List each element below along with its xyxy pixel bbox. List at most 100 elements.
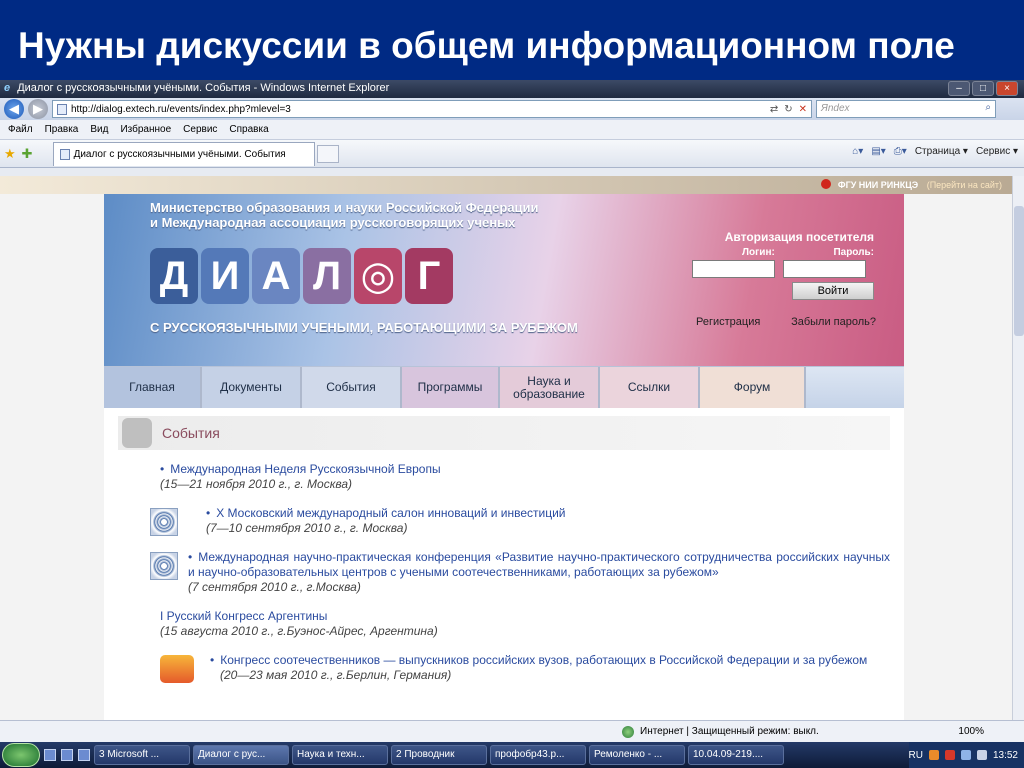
menu-help[interactable]: Справка — [229, 124, 268, 135]
logo-letter: Л — [303, 248, 351, 304]
nav-forum[interactable]: Форум — [700, 367, 806, 408]
list-item: I Русский Конгресс Аргентины (15 августа… — [160, 609, 438, 638]
system-tray: RU 13:52 — [908, 742, 1024, 768]
clock[interactable]: 13:52 — [993, 750, 1018, 761]
browser-window: e Диалог с русскоязычными учёными. Событ… — [0, 80, 1024, 742]
tab-active[interactable]: Диалог с русскоязычными учёными. События — [52, 141, 315, 166]
nav-home[interactable]: Главная — [104, 367, 202, 408]
search-placeholder: Яndex — [821, 103, 850, 114]
event-date: 7 сентября 2010 г., г.Москва — [192, 580, 357, 594]
tray-app-icon[interactable] — [928, 750, 939, 760]
search-icon[interactable]: ⌕ — [985, 102, 991, 113]
page-icon — [57, 103, 67, 115]
minimize-button[interactable]: – — [948, 81, 970, 96]
menu-bar: Файл Правка Вид Избранное Сервис Справка — [0, 120, 1024, 140]
event-link[interactable]: Международная Неделя Русскоязычной Европ… — [170, 462, 440, 476]
nav-programs[interactable]: Программы — [402, 367, 500, 408]
volume-icon[interactable] — [976, 750, 987, 760]
start-button[interactable] — [2, 743, 40, 767]
nav-links[interactable]: Ссылки — [600, 367, 700, 408]
bullet-icon: • — [206, 506, 211, 520]
logo-letter: ◎ — [354, 248, 402, 304]
menu-edit[interactable]: Правка — [45, 124, 79, 135]
ie-quicklaunch-icon[interactable] — [78, 749, 90, 761]
login-form: Авторизация посетителя Логин: Пароль: Во… — [692, 230, 874, 300]
ministry-text: Министерство образования и науки Российс… — [150, 200, 539, 230]
logo-letter: А — [252, 248, 300, 304]
favorites-star-icon[interactable]: ★ — [4, 146, 16, 162]
taskbar-item-active[interactable]: Диалог с рус... — [193, 745, 289, 765]
new-tab-button[interactable] — [316, 144, 339, 163]
menu-favorites[interactable]: Избранное — [120, 124, 171, 135]
taskbar-item[interactable]: профобр43.р... — [490, 745, 586, 765]
dialog-logo[interactable]: Д И А Л ◎ Г — [150, 248, 453, 304]
page-menu[interactable]: Страница ▾ — [915, 146, 968, 157]
feeds-icon[interactable]: ▤▾ — [871, 146, 885, 157]
puzzle-icon — [122, 418, 152, 448]
password-label: Пароль: — [833, 247, 874, 258]
home-icon[interactable]: ⌂▾ — [852, 146, 863, 157]
language-indicator[interactable]: RU — [909, 750, 923, 761]
back-button[interactable]: ◀ — [4, 99, 24, 119]
login-button[interactable]: Войти — [792, 282, 874, 300]
nav-events[interactable]: События — [302, 367, 402, 408]
status-bar: Интернет | Защищенный режим: выкл. 100% — [0, 720, 1024, 742]
menu-view[interactable]: Вид — [90, 124, 108, 135]
ie-logo-icon: e — [4, 82, 11, 94]
menu-file[interactable]: Файл — [8, 124, 33, 135]
network-icon[interactable] — [960, 750, 971, 760]
login-input[interactable] — [692, 260, 775, 278]
search-input[interactable]: Яndex ⌕ — [816, 100, 996, 118]
add-favorites-icon[interactable]: ✚ — [22, 146, 33, 162]
org-logo-icon — [821, 179, 832, 189]
register-link[interactable]: Регистрация — [696, 316, 760, 328]
vertical-scrollbar[interactable] — [1012, 176, 1024, 720]
show-desktop-icon[interactable] — [44, 749, 56, 761]
logo-letter: И — [201, 248, 249, 304]
go-to-site-link[interactable]: (Перейти на сайт) — [927, 180, 1002, 190]
print-icon[interactable]: ⎙▾ — [894, 146, 907, 157]
nav-science-education[interactable]: Наука и образование — [500, 367, 600, 408]
logo-letter: Д — [150, 248, 198, 304]
section-header: События — [118, 416, 890, 450]
event-link[interactable]: Международная научно-практическая конфер… — [188, 550, 890, 579]
taskbar-item[interactable]: 3 Microsoft ... — [94, 745, 190, 765]
internet-zone-icon — [622, 725, 634, 738]
section-title: События — [162, 425, 220, 441]
event-date: 15 августа 2010 г., г.Буэнос-Айрес, Арге… — [164, 624, 434, 638]
url-text: http://dialog.extech.ru/events/index.php… — [71, 103, 291, 115]
stop-icon[interactable]: ✕ — [799, 104, 807, 115]
scrollbar-thumb[interactable] — [1014, 206, 1024, 336]
events-list: • Международная Неделя Русскоязычной Евро… — [150, 462, 890, 697]
site-banner: Министерство образования и науки Российс… — [104, 194, 904, 366]
tools-menu[interactable]: Сервис ▾ — [976, 146, 1018, 157]
tab-bar: ★ ✚ Диалог с русскоязычными учёными. Соб… — [0, 140, 1024, 168]
org-name: ФГУ НИИ РИНКЦЭ — [837, 180, 919, 190]
forward-button[interactable]: ▶ — [28, 99, 48, 119]
tab-title: Диалог с русскоязычными учёными. События — [73, 148, 286, 160]
congress-logo-icon — [160, 655, 194, 683]
page-icon — [59, 148, 70, 160]
maximize-button[interactable]: □ — [972, 81, 994, 96]
menu-tools[interactable]: Сервис — [183, 124, 217, 135]
zoom-level[interactable]: 100% — [958, 726, 984, 737]
close-button[interactable]: × — [996, 81, 1018, 96]
password-input[interactable] — [783, 260, 866, 278]
switch-windows-icon[interactable] — [61, 749, 73, 761]
nav-documents[interactable]: Документы — [202, 367, 302, 408]
event-link[interactable]: Конгресс соотечественников — выпускников… — [220, 653, 867, 667]
event-link[interactable]: I Русский Конгресс Аргентины — [160, 609, 327, 623]
tray-app-icon[interactable] — [944, 750, 955, 760]
refresh-icon[interactable]: ↻ — [784, 104, 792, 115]
taskbar-item[interactable]: Наука и техн... — [292, 745, 388, 765]
taskbar-item[interactable]: Ремоленко - ... — [589, 745, 685, 765]
security-zone-text[interactable]: Интернет | Защищенный режим: выкл. — [640, 726, 819, 737]
taskbar-item[interactable]: 10.04.09-219.... — [688, 745, 784, 765]
event-link[interactable]: X Московский международный салон инновац… — [216, 506, 565, 520]
site-tagline: С РУССКОЯЗЫЧНЫМИ УЧЕНЫМИ, РАБОТАЮЩИМИ ЗА… — [150, 320, 578, 335]
forgot-password-link[interactable]: Забыли пароль? — [791, 316, 876, 328]
taskbar-item[interactable]: 2 Проводник — [391, 745, 487, 765]
login-label: Логин: — [742, 247, 775, 258]
compat-icon[interactable]: ⇄ — [770, 104, 778, 115]
url-field[interactable]: http://dialog.extech.ru/events/index.php… — [52, 100, 812, 118]
